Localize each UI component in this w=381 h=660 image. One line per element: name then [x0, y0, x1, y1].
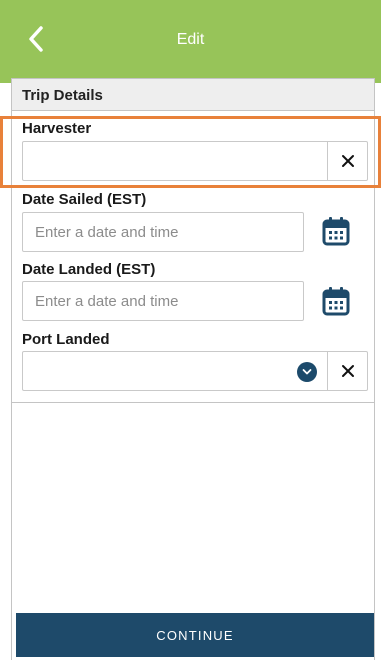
dropdown-toggle[interactable] [297, 362, 317, 382]
calendar-icon [322, 217, 350, 246]
chevron-down-icon [302, 369, 312, 375]
date-landed-calendar-button[interactable] [320, 285, 352, 317]
section-title: Trip Details [22, 87, 103, 104]
date-sailed-label: Date Sailed (EST) [22, 191, 147, 208]
port-landed-clear-button[interactable] [327, 351, 368, 391]
date-sailed-calendar-button[interactable] [320, 215, 352, 247]
page-title: Edit [176, 31, 205, 48]
calendar-icon [322, 287, 350, 316]
close-icon [341, 365, 354, 377]
port-landed-select[interactable] [22, 351, 328, 391]
harvester-input[interactable] [22, 141, 328, 181]
date-sailed-input[interactable] [22, 212, 304, 252]
section-header: Trip Details [12, 79, 374, 111]
date-landed-label: Date Landed (EST) [22, 261, 156, 278]
harvester-label: Harvester [22, 120, 92, 137]
port-landed-label: Port Landed [22, 331, 110, 348]
panel-right-border [374, 403, 375, 660]
harvester-clear-button[interactable] [327, 141, 368, 181]
close-icon [341, 155, 354, 167]
panel-left-border [11, 403, 12, 660]
date-landed-input[interactable] [22, 281, 304, 321]
continue-button[interactable]: CONTINUE [16, 613, 374, 657]
app-header: Edit [0, 0, 381, 83]
